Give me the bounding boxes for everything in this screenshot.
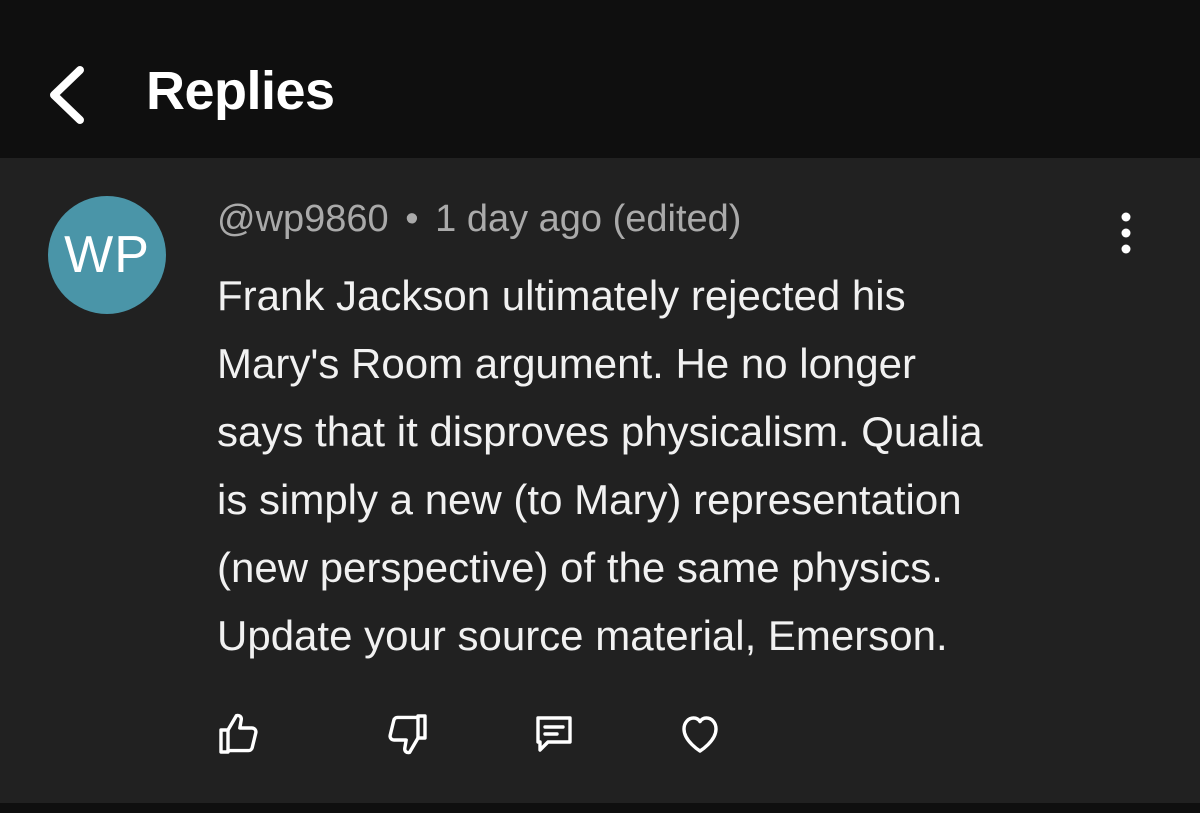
page-title: Replies — [146, 61, 335, 121]
header-bar: Replies — [0, 0, 1200, 158]
heart-icon — [682, 716, 718, 753]
comment-line: says that it disproves physicalism. Qual… — [217, 408, 983, 455]
thumbs-up-icon — [219, 713, 258, 754]
more-options-button[interactable] — [1106, 208, 1146, 258]
bottom-divider — [0, 803, 1200, 813]
comment-timestamp: 1 day ago (edited) — [435, 198, 742, 240]
comment-icon — [536, 716, 572, 752]
meta-separator: • — [405, 198, 419, 240]
author-handle[interactable]: @wp9860 — [217, 198, 389, 240]
heart-button[interactable] — [676, 710, 724, 758]
chevron-left-icon — [50, 66, 84, 124]
comment-line: Update your source material, Emerson. — [217, 612, 948, 659]
back-button[interactable] — [40, 62, 100, 128]
avatar-initials: WP — [64, 226, 150, 284]
comment-line: is simply a new (to Mary) representation — [217, 476, 962, 523]
comment-line: Mary's Room argument. He no longer — [217, 340, 916, 387]
comment-body: Frank Jackson ultimately rejected his Ma… — [217, 262, 1147, 670]
dislike-button[interactable] — [384, 710, 432, 758]
comment-line: Frank Jackson ultimately rejected his — [217, 272, 906, 319]
reply-button[interactable] — [530, 710, 578, 758]
more-vertical-icon — [1121, 212, 1131, 254]
like-button[interactable] — [214, 710, 262, 758]
comment-line: (new perspective) of the same physics. — [217, 544, 943, 591]
comment-meta: @wp9860 • 1 day ago (edited) — [217, 198, 741, 241]
avatar[interactable]: WP — [48, 196, 166, 314]
thumbs-down-icon — [388, 714, 427, 755]
